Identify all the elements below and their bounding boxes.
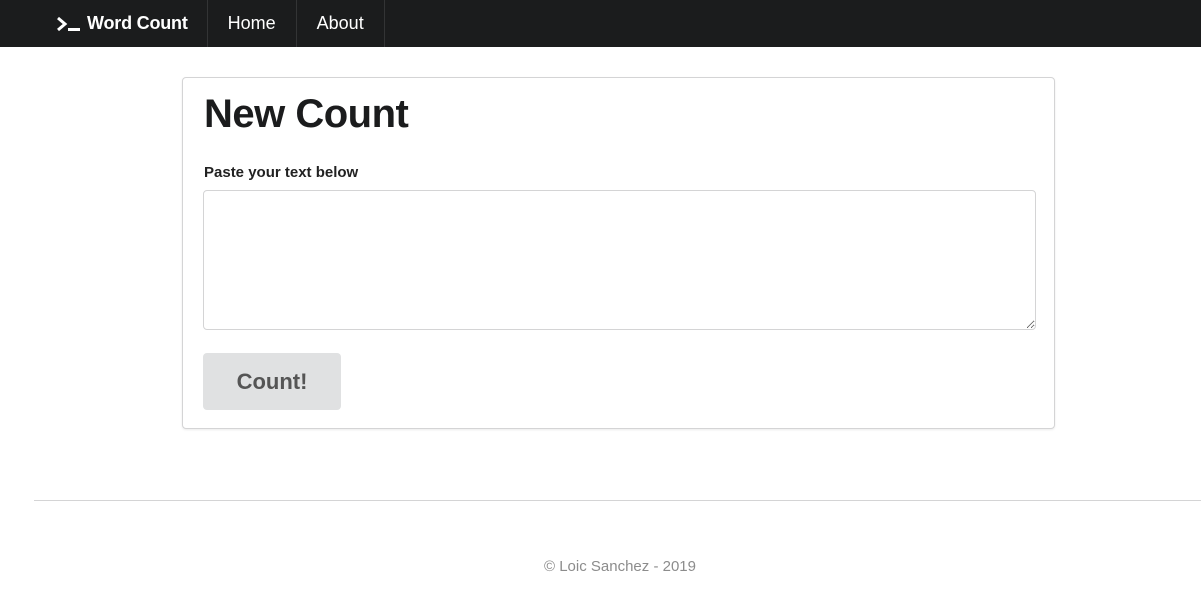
count-button[interactable]: Count! [203,353,341,410]
nav-item-home[interactable]: Home [208,0,297,47]
footer-divider [34,500,1201,501]
brand-label: Word Count [87,13,188,33]
terminal-icon [56,15,82,33]
new-count-card: New Count Paste your text below Count! [182,77,1055,429]
text-field-label: Paste your text below [204,164,359,181]
top-navbar: Word Count Home About [0,0,1201,47]
nav-item-about-label: About [316,13,364,33]
text-input[interactable] [203,190,1036,330]
nav-item-about[interactable]: About [297,0,385,47]
footer-copyright: © Loic Sanchez - 2019 [544,558,696,575]
page-title: New Count [204,92,409,136]
nav-item-home-label: Home [227,13,276,33]
brand-link[interactable]: Word Count [0,0,208,47]
